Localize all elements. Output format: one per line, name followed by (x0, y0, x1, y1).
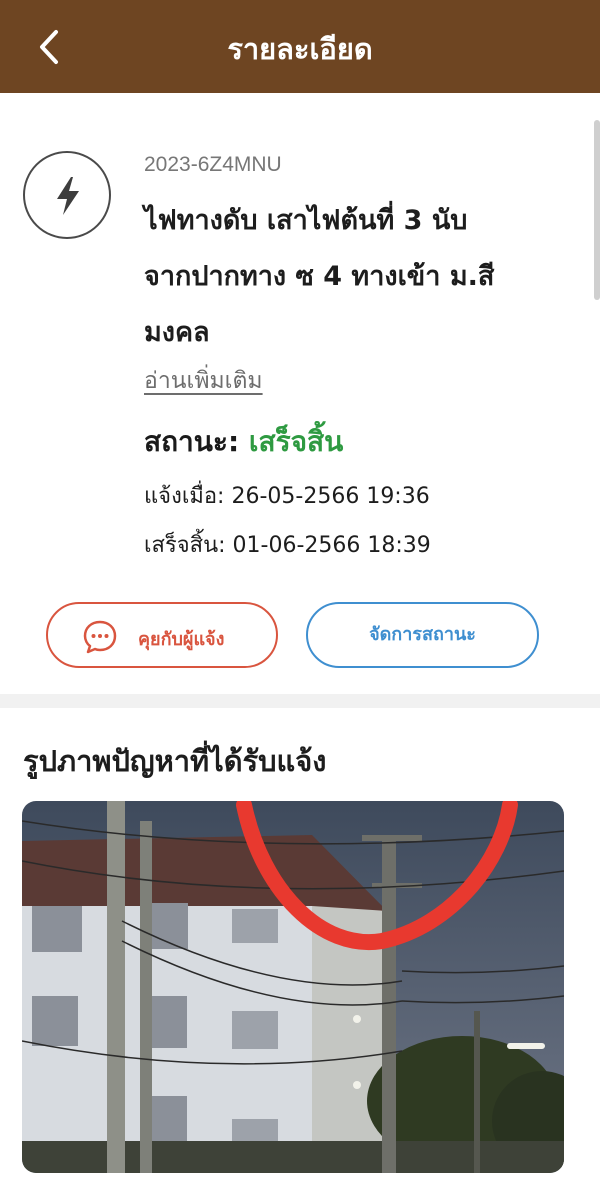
status-value: เสร็จสิ้น (248, 425, 344, 458)
chat-bubble-icon (83, 620, 117, 654)
reported-label: แจ้งเมื่อ: (144, 484, 225, 509)
lightning-bolt-icon (57, 177, 79, 215)
ticket-id: 2023-6Z4MNU (144, 153, 282, 176)
section-divider (0, 694, 600, 708)
report-title-line-3: มงคล (144, 317, 210, 348)
manage-status-button[interactable]: จัดการสถานะ (306, 602, 539, 668)
reported-value: 26-05-2566 19:36 (231, 484, 430, 509)
page-title: รายละเอียด (227, 32, 373, 66)
completed-at-row: เสร็จสิ้น: 01-06-2566 18:39 (144, 527, 431, 562)
reported-at-row: แจ้งเมื่อ: 26-05-2566 19:36 (144, 478, 430, 513)
chat-with-reporter-button[interactable]: คุยกับผู้แจ้ง (46, 602, 278, 668)
report-title-line-1: ไฟทางดับ เสาไฟต้นที่ 3 นับ (144, 205, 468, 236)
category-badge (23, 151, 111, 239)
problem-photo[interactable] (22, 801, 564, 1173)
app-header: รายละเอียด (0, 0, 600, 93)
completed-label: เสร็จสิ้น: (144, 533, 226, 558)
completed-value: 01-06-2566 18:39 (232, 533, 431, 558)
read-more-link[interactable]: อ่านเพิ่มเติม (144, 363, 263, 399)
status-label: สถานะ: (144, 425, 240, 458)
scrollbar[interactable] (594, 120, 600, 300)
chat-button-label: คุยกับผู้แจ้ง (138, 629, 225, 650)
report-title-line-2: จากปากทาง ซ 4 ทางเข้า ม.สี (144, 261, 495, 292)
status-row: สถานะ: เสร็จสิ้น (144, 420, 343, 464)
photos-section-title: รูปภาพปัญหาที่ได้รับแจ้ง (23, 744, 327, 778)
problem-photo-image (22, 801, 564, 1173)
